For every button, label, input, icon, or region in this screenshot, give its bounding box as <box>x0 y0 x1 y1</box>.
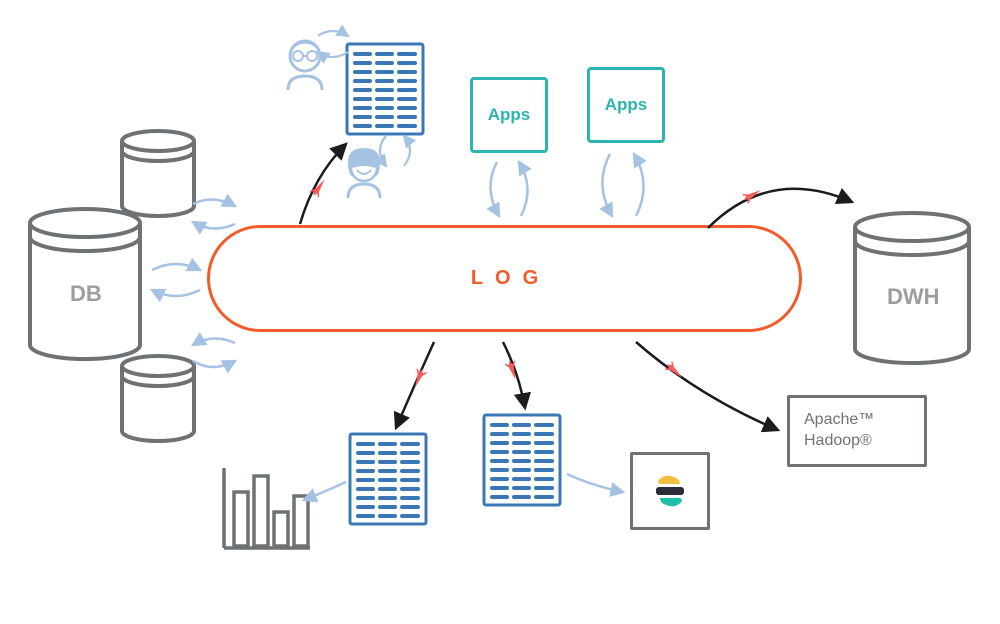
bar-chart-icon <box>218 466 312 552</box>
db-cylinder-small-top <box>118 129 198 221</box>
apps-label-1: Apps <box>488 105 531 125</box>
apps1-log-cycle <box>487 158 531 224</box>
log-to-dwh-arrow <box>700 162 860 242</box>
log-to-grid-bl-arrow <box>386 336 446 436</box>
db-bottom-log-cycle-arrows <box>187 333 241 373</box>
db-cylinder-small-bottom <box>118 354 198 446</box>
log-to-datagrid-top-arrow <box>290 136 360 230</box>
data-grid-bottom-center-icon <box>482 413 562 507</box>
apps2-log-cycle <box>600 150 646 224</box>
person1-grid-cycle <box>314 28 354 60</box>
log-to-hadoop-arrow <box>628 336 788 440</box>
dwh-label: DWH <box>887 284 940 309</box>
grid-to-elastic-arrow <box>563 470 629 498</box>
grid-to-chart-arrow <box>300 478 350 506</box>
log-to-grid-bc-arrow <box>493 336 537 416</box>
apps-label-2: Apps <box>605 95 648 115</box>
hadoop-box: Apache™ Hadoop® <box>787 395 927 467</box>
dwh-cylinder: DWH <box>851 211 973 369</box>
db-top-log-cycle-arrows <box>187 194 241 234</box>
data-grid-bottom-left-icon <box>348 432 428 526</box>
db-label: DB <box>70 281 102 306</box>
apps-box-2: Apps <box>587 67 665 143</box>
elastic-icon <box>650 471 690 511</box>
data-grid-top-icon <box>345 42 425 136</box>
db-log-cycle-arrows <box>146 258 208 302</box>
hadoop-line2: Hadoop® <box>804 431 924 452</box>
grid-person2-cycle <box>378 132 412 172</box>
log-label: LOG <box>459 267 550 290</box>
db-cylinder-large: DB <box>26 207 144 365</box>
hadoop-line1: Apache™ <box>804 410 924 431</box>
elastic-box <box>630 452 710 530</box>
apps-box-1: Apps <box>470 77 548 153</box>
